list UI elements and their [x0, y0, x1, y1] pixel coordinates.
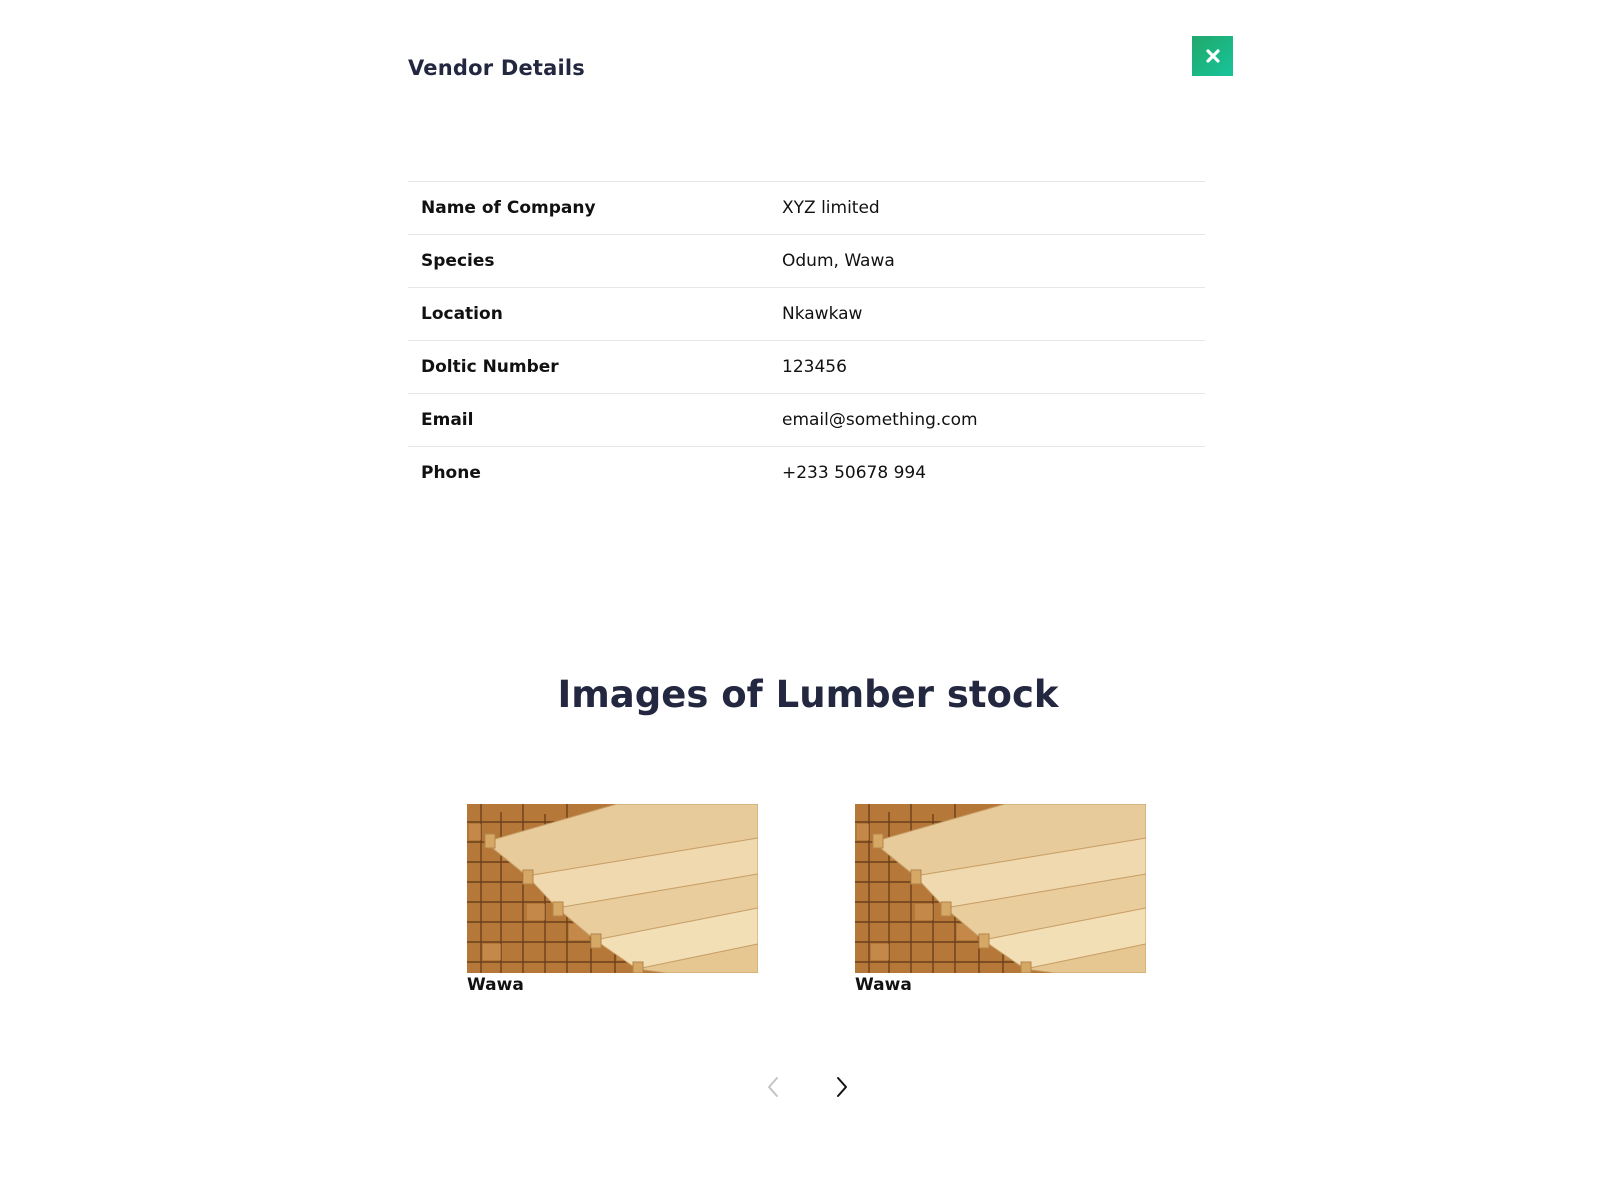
detail-label-location: Location: [421, 304, 503, 324]
lumber-image-card[interactable]: Wawa: [855, 804, 1146, 995]
lumber-stack-image: [855, 804, 1146, 973]
detail-value-email: email@something.com: [782, 410, 978, 430]
carousel-prev-button[interactable]: [756, 1070, 790, 1104]
table-row: Phone +233 50678 994: [408, 446, 1205, 500]
detail-value-location: Nkawkaw: [782, 304, 863, 324]
detail-label-email: Email: [421, 410, 474, 430]
detail-label-company: Name of Company: [421, 198, 596, 218]
detail-label-species: Species: [421, 251, 495, 271]
carousel-next-button[interactable]: [825, 1070, 859, 1104]
card-caption: Wawa: [855, 975, 912, 995]
table-row: Location Nkawkaw: [408, 287, 1205, 341]
table-row: Species Odum, Wawa: [408, 234, 1205, 288]
modal-title: Vendor Details: [408, 56, 586, 80]
table-row: Name of Company XYZ limited: [408, 181, 1205, 235]
lumber-image-card[interactable]: Wawa: [467, 804, 758, 995]
detail-label-doltic-number: Doltic Number: [421, 357, 559, 377]
table-row: Doltic Number 123456: [408, 340, 1205, 394]
detail-value-company: XYZ limited: [782, 198, 880, 218]
table-row: Email email@something.com: [408, 393, 1205, 447]
chevron-left-icon: [768, 1077, 778, 1097]
card-caption: Wawa: [467, 975, 524, 995]
lumber-stack-image: [467, 804, 758, 973]
gallery-title: Images of Lumber stock: [557, 673, 1059, 716]
detail-value-species: Odum, Wawa: [782, 251, 895, 271]
close-button[interactable]: [1192, 36, 1233, 76]
close-icon: [1205, 49, 1220, 63]
detail-label-phone: Phone: [421, 463, 481, 483]
detail-value-phone: +233 50678 994: [782, 463, 927, 483]
vendor-details-table: Name of Company XYZ limited Species Odum…: [408, 181, 1205, 499]
chevron-right-icon: [837, 1077, 847, 1097]
detail-value-doltic-number: 123456: [782, 357, 847, 377]
